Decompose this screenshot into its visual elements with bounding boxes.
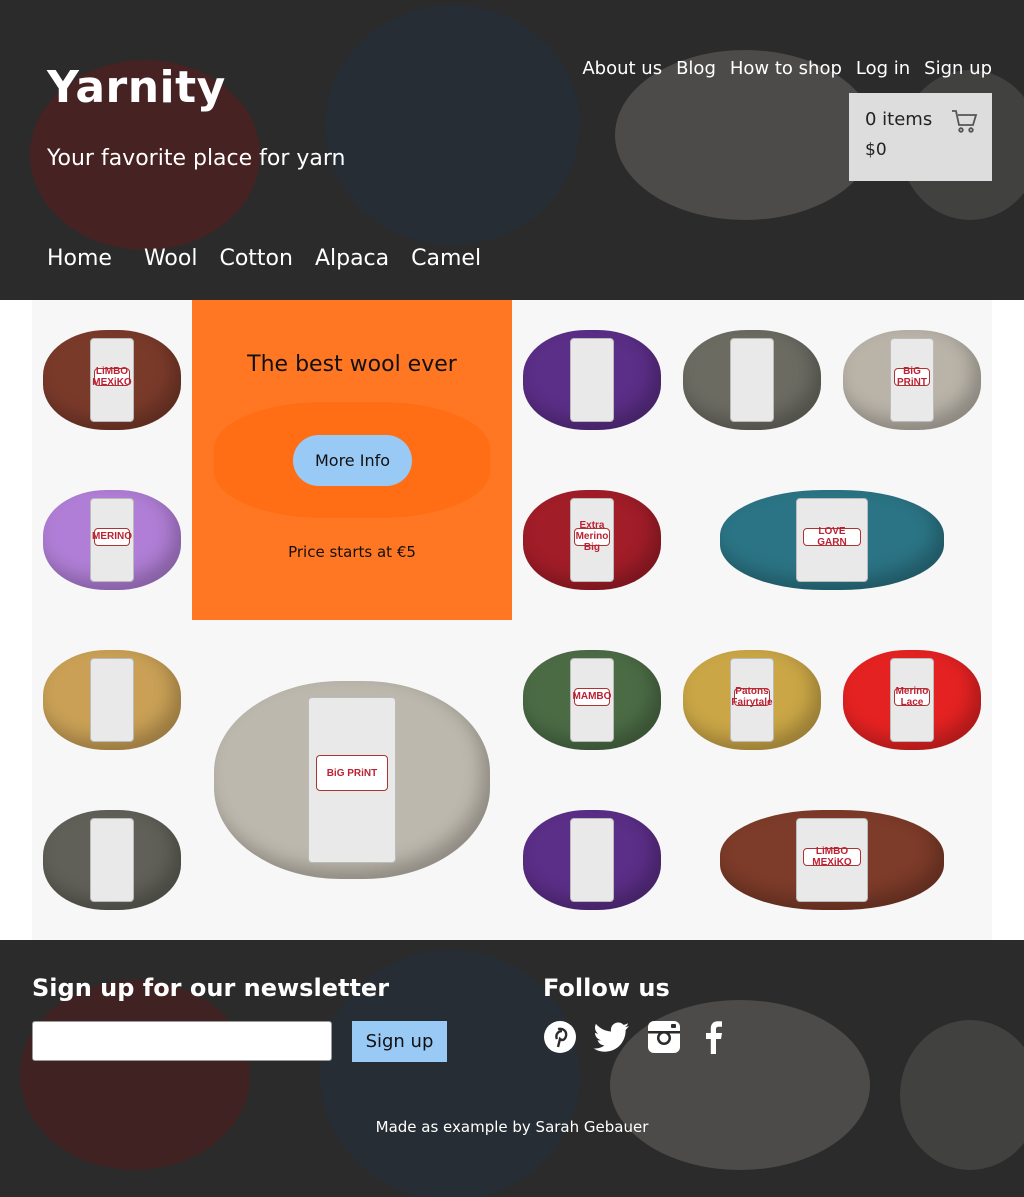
yarn-band: Extra Merino Big (569, 498, 614, 582)
yarn-brand-label: Merino Lace (894, 685, 930, 708)
nav-blog[interactable]: Blog (676, 58, 716, 79)
yarn-ball-image (43, 810, 181, 910)
newsletter-signup-button[interactable]: Sign up (352, 1021, 447, 1062)
yarn-band (729, 338, 774, 422)
yarn-brand-label: MERINO (92, 527, 132, 546)
yarn-ball-image: Extra Merino Big (523, 490, 661, 590)
cart-widget[interactable]: 0 items $0 (849, 93, 992, 181)
facebook-icon[interactable] (697, 1020, 731, 1058)
yarn-ball-image: BiG PRiNT (843, 330, 981, 430)
yarn-band: BiG PRiNT (889, 338, 934, 422)
shopping-cart-icon[interactable] (950, 107, 978, 139)
yarn-band (89, 818, 134, 902)
yarn-band: BiG PRiNT (307, 696, 396, 864)
yarn-band: LiMBO MEXiKO (796, 818, 868, 902)
instagram-icon[interactable] (647, 1020, 681, 1058)
nav-sign-up[interactable]: Sign up (924, 58, 992, 79)
product-tile[interactable]: Extra Merino Big (512, 460, 672, 620)
yarn-band: LiMBO MEXiKO (89, 338, 134, 422)
yarn-band: MERINO (89, 498, 134, 582)
nav-wool[interactable]: Wool (144, 246, 198, 271)
nav-how-to-shop[interactable]: How to shop (730, 58, 842, 79)
product-tile[interactable]: LiMBO MEXiKO (32, 300, 192, 460)
yarn-brand-label: BiG PRiNT (315, 755, 389, 792)
promo-title: The best wool ever (247, 352, 457, 377)
yarn-ball-image: MAMBO (523, 650, 661, 750)
yarn-ball-image: MERINO (43, 490, 181, 590)
yarn-ball-image: Patons Fairytale (683, 650, 821, 750)
twitter-icon[interactable] (593, 1020, 631, 1058)
nav-camel[interactable]: Camel (411, 246, 481, 271)
yarn-brand-label: LiMBO MEXiKO (92, 365, 132, 388)
nav-about-us[interactable]: About us (582, 58, 662, 79)
yarn-band (89, 658, 134, 742)
yarn-ball-image: LiMBO MEXiKO (43, 330, 181, 430)
yarn-band (569, 818, 614, 902)
nav-alpaca[interactable]: Alpaca (315, 246, 389, 271)
newsletter-title: Sign up for our newsletter (32, 974, 390, 1002)
yarn-band: MAMBO (569, 658, 614, 742)
product-tile[interactable]: BiG PRiNT (832, 300, 992, 460)
promo-banner: The best wool ever More Info Price start… (192, 300, 512, 620)
pinterest-icon[interactable] (543, 1020, 577, 1058)
site-footer: Sign up for our newsletter Sign up Follo… (0, 940, 1024, 1197)
yarn-ball-image (43, 650, 181, 750)
yarn-ball-image: LOVE GARN (720, 490, 944, 590)
yarn-brand-label: BiG PRiNT (894, 366, 930, 388)
product-tile[interactable]: MERINO (32, 460, 192, 620)
nav-log-in[interactable]: Log in (856, 58, 910, 79)
site-header: Yarnity Your favorite place for yarn Abo… (0, 0, 1024, 300)
yarn-ball-image (523, 330, 661, 430)
product-tile[interactable]: MAMBO (512, 620, 672, 780)
product-tile[interactable]: LOVE GARN (672, 460, 992, 620)
yarn-band: LOVE GARN (796, 498, 868, 582)
product-tile[interactable] (672, 300, 832, 460)
product-tile[interactable]: BiG PRiNT (192, 620, 512, 940)
yarn-brand-label: Patons Fairytale (731, 685, 773, 708)
product-tile[interactable]: Merino Lace (832, 620, 992, 780)
footer-background-yarn (20, 980, 250, 1170)
cart-total: $0 (865, 140, 887, 160)
yarn-ball-image: BiG PRiNT (214, 680, 490, 880)
yarn-ball-image (523, 810, 661, 910)
header-background-yarn (325, 5, 580, 245)
footer-background-yarn (900, 1020, 1024, 1170)
product-tile[interactable] (32, 780, 192, 940)
newsletter-email-input[interactable] (32, 1021, 332, 1061)
nav-cotton[interactable]: Cotton (219, 246, 292, 271)
yarn-brand-label: LiMBO MEXiKO (802, 846, 862, 868)
product-tile[interactable]: LiMBO MEXiKO (672, 780, 992, 940)
yarn-band: Patons Fairytale (729, 658, 774, 742)
yarn-ball-image: LiMBO MEXiKO (720, 810, 944, 910)
product-tile[interactable] (512, 780, 672, 940)
yarn-band: Merino Lace (889, 658, 934, 742)
product-tile[interactable]: Patons Fairytale (672, 620, 832, 780)
yarn-brand-label: Extra Merino Big (574, 520, 610, 554)
yarn-band (569, 338, 614, 422)
site-logo[interactable]: Yarnity (47, 62, 226, 113)
yarn-ball-image: Merino Lace (843, 650, 981, 750)
main-navigation: Home Wool Cotton Alpaca Camel (47, 246, 503, 271)
product-tile[interactable] (32, 620, 192, 780)
footer-credit: Made as example by Sarah Gebauer (375, 1118, 649, 1136)
yarn-brand-label: LOVE GARN (802, 526, 862, 548)
top-navigation: About us Blog How to shop Log in Sign up (582, 58, 992, 79)
product-grid: LiMBO MEXiKO MERINO The best wool ever M… (0, 300, 1024, 940)
yarn-ball-image (683, 330, 821, 430)
social-links (543, 1020, 731, 1058)
promo-price: Price starts at €5 (288, 543, 416, 561)
yarn-brand-label: MAMBO (573, 687, 611, 706)
nav-home[interactable]: Home (47, 246, 112, 271)
follow-us-title: Follow us (543, 974, 670, 1002)
more-info-button[interactable]: More Info (293, 435, 412, 486)
product-tile[interactable] (512, 300, 672, 460)
site-tagline: Your favorite place for yarn (47, 146, 346, 171)
